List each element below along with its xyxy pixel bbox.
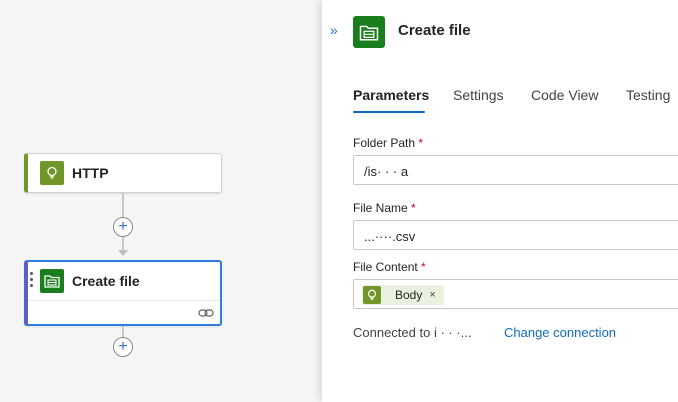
- http-trigger-title: HTTP: [72, 165, 109, 181]
- body-token[interactable]: Body ×: [362, 285, 444, 305]
- http-trigger-card[interactable]: HTTP: [24, 153, 222, 193]
- connector-line: [122, 237, 124, 251]
- panel-title: Create file: [398, 22, 471, 39]
- http-lightbulb-icon: [363, 286, 381, 304]
- connection-status: Connected to i · · ·...: [353, 325, 472, 340]
- link-icon[interactable]: [198, 306, 214, 318]
- body-token-label: Body: [395, 288, 423, 302]
- active-tab-indicator: [353, 111, 425, 113]
- add-step-button[interactable]: +: [113, 337, 133, 357]
- connector-line: [122, 193, 124, 217]
- action-details-panel: » Create file Parameters Settings Code V…: [322, 0, 678, 402]
- http-lightbulb-icon: [40, 161, 64, 185]
- remove-token-icon[interactable]: ×: [429, 289, 435, 301]
- change-connection-link[interactable]: Change connection: [504, 325, 616, 340]
- file-folder-icon: [353, 16, 385, 48]
- tab-parameters[interactable]: Parameters: [353, 87, 429, 103]
- file-content-input[interactable]: Body ×: [353, 279, 678, 309]
- plus-icon: +: [118, 218, 128, 235]
- plus-icon: +: [118, 338, 128, 355]
- collapse-panel-button[interactable]: »: [330, 22, 338, 38]
- card-divider: [28, 300, 220, 301]
- workflow-canvas[interactable]: HTTP + Create file +: [0, 0, 322, 402]
- required-marker: *: [411, 201, 416, 215]
- create-file-title: Create file: [72, 273, 140, 289]
- file-name-label: File Name *: [353, 201, 416, 215]
- tab-code-view[interactable]: Code View: [531, 87, 598, 103]
- tab-settings[interactable]: Settings: [453, 87, 504, 103]
- file-name-input[interactable]: ...····.csv: [353, 220, 678, 250]
- file-content-label-text: File Content: [353, 260, 418, 274]
- create-file-action-card[interactable]: Create file: [24, 260, 222, 326]
- insert-step-button[interactable]: +: [113, 217, 133, 237]
- tab-testing[interactable]: Testing: [626, 87, 670, 103]
- required-marker: *: [421, 260, 426, 274]
- folder-path-label: Folder Path *: [353, 136, 423, 150]
- drag-handle-icon[interactable]: [30, 272, 34, 290]
- file-content-label: File Content *: [353, 260, 426, 274]
- required-marker: *: [418, 136, 424, 150]
- folder-path-label-text: Folder Path: [353, 136, 416, 150]
- connector-arrow-icon: [118, 250, 128, 256]
- folder-path-input[interactable]: /is· · · a: [353, 155, 678, 185]
- file-folder-icon: [40, 269, 64, 293]
- file-name-label-text: File Name: [353, 201, 408, 215]
